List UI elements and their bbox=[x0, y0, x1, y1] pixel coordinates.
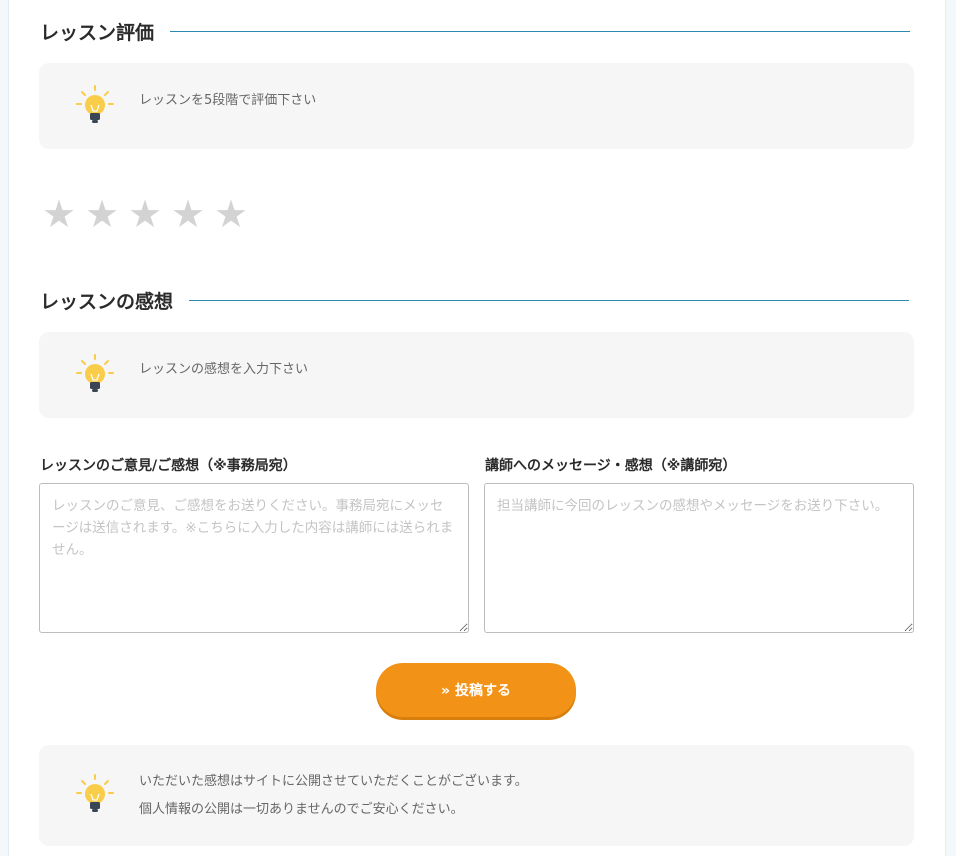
lightbulb-icon bbox=[76, 85, 114, 123]
impression-section-title: レッスンの感想 bbox=[40, 287, 910, 314]
notice-box: いただいた感想はサイトに公開させていただくことがございます。 個人情報の公開は一… bbox=[39, 745, 914, 846]
notice-line-2: 個人情報の公開は一切ありませんのでご安心ください。 bbox=[139, 802, 464, 817]
lightbulb-icon bbox=[76, 354, 114, 392]
impression-tip-box: レッスンの感想を入力下さい bbox=[39, 332, 914, 418]
star-3-icon[interactable]: ★ bbox=[128, 194, 171, 234]
impression-title-text: レッスンの感想 bbox=[40, 291, 174, 313]
rating-tip-box: レッスンを5段階で評価下さい bbox=[39, 63, 914, 149]
title-divider bbox=[170, 31, 911, 32]
rating-title-text: レッスン評価 bbox=[40, 22, 155, 44]
star-2-icon[interactable]: ★ bbox=[85, 194, 128, 234]
teacher-message-textarea[interactable] bbox=[484, 483, 914, 633]
office-feedback-textarea[interactable] bbox=[39, 483, 469, 633]
rating-section-title: レッスン評価 bbox=[40, 18, 911, 45]
submit-button[interactable]: » 投稿する bbox=[376, 663, 576, 717]
office-feedback-label: レッスンのご意見/ご感想（※事務局宛） bbox=[40, 458, 297, 474]
notice-line-1: いただいた感想はサイトに公開させていただくことがございます。 bbox=[139, 774, 528, 789]
star-rating[interactable]: ★ ★ ★ ★ ★ bbox=[42, 194, 257, 234]
notice-text: いただいた感想はサイトに公開させていただくことがございます。 個人情報の公開は一… bbox=[139, 768, 528, 824]
star-5-icon[interactable]: ★ bbox=[214, 194, 257, 234]
title-divider bbox=[189, 300, 910, 301]
impression-tip-text: レッスンの感想を入力下さい bbox=[139, 362, 309, 377]
star-1-icon[interactable]: ★ bbox=[42, 194, 85, 234]
star-4-icon[interactable]: ★ bbox=[171, 194, 214, 234]
lightbulb-icon bbox=[76, 774, 114, 812]
rating-tip-text: レッスンを5段階で評価下さい bbox=[139, 93, 317, 108]
teacher-message-label: 講師へのメッセージ・感想（※講師宛） bbox=[485, 458, 737, 474]
